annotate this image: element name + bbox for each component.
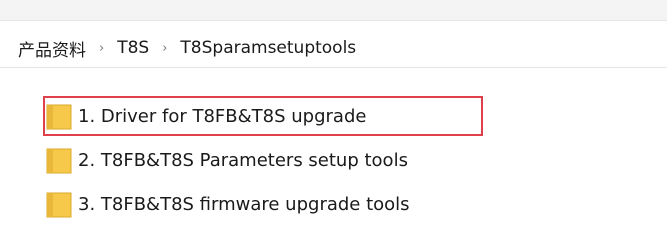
- folder-name: 1. Driver for T8FB&T8S upgrade: [78, 105, 367, 127]
- list-item-folder-firmware[interactable]: 3. T8FB&T8S firmware upgrade tools: [46, 187, 410, 221]
- breadcrumb-item-products[interactable]: 产品资料: [18, 36, 86, 61]
- folder-icon: [46, 146, 72, 174]
- folder-icon: [46, 102, 72, 130]
- folder-name: 3. T8FB&T8S firmware upgrade tools: [78, 193, 410, 215]
- window-top-strip: [0, 0, 667, 20]
- breadcrumb-item-t8sparamsetuptools[interactable]: T8Sparamsetuptools: [180, 38, 356, 58]
- chevron-right-icon: ›: [99, 40, 105, 56]
- breadcrumb-item-t8s[interactable]: T8S: [117, 38, 149, 58]
- list-item-folder-driver[interactable]: 1. Driver for T8FB&T8S upgrade: [42, 96, 484, 136]
- folder-name: 2. T8FB&T8S Parameters setup tools: [78, 149, 408, 171]
- breadcrumb: 产品资料 › T8S › T8Sparamsetuptools: [18, 36, 356, 61]
- folder-icon: [46, 190, 72, 218]
- list-item-folder-parameters[interactable]: 2. T8FB&T8S Parameters setup tools: [46, 143, 408, 177]
- chevron-right-icon: ›: [162, 40, 168, 56]
